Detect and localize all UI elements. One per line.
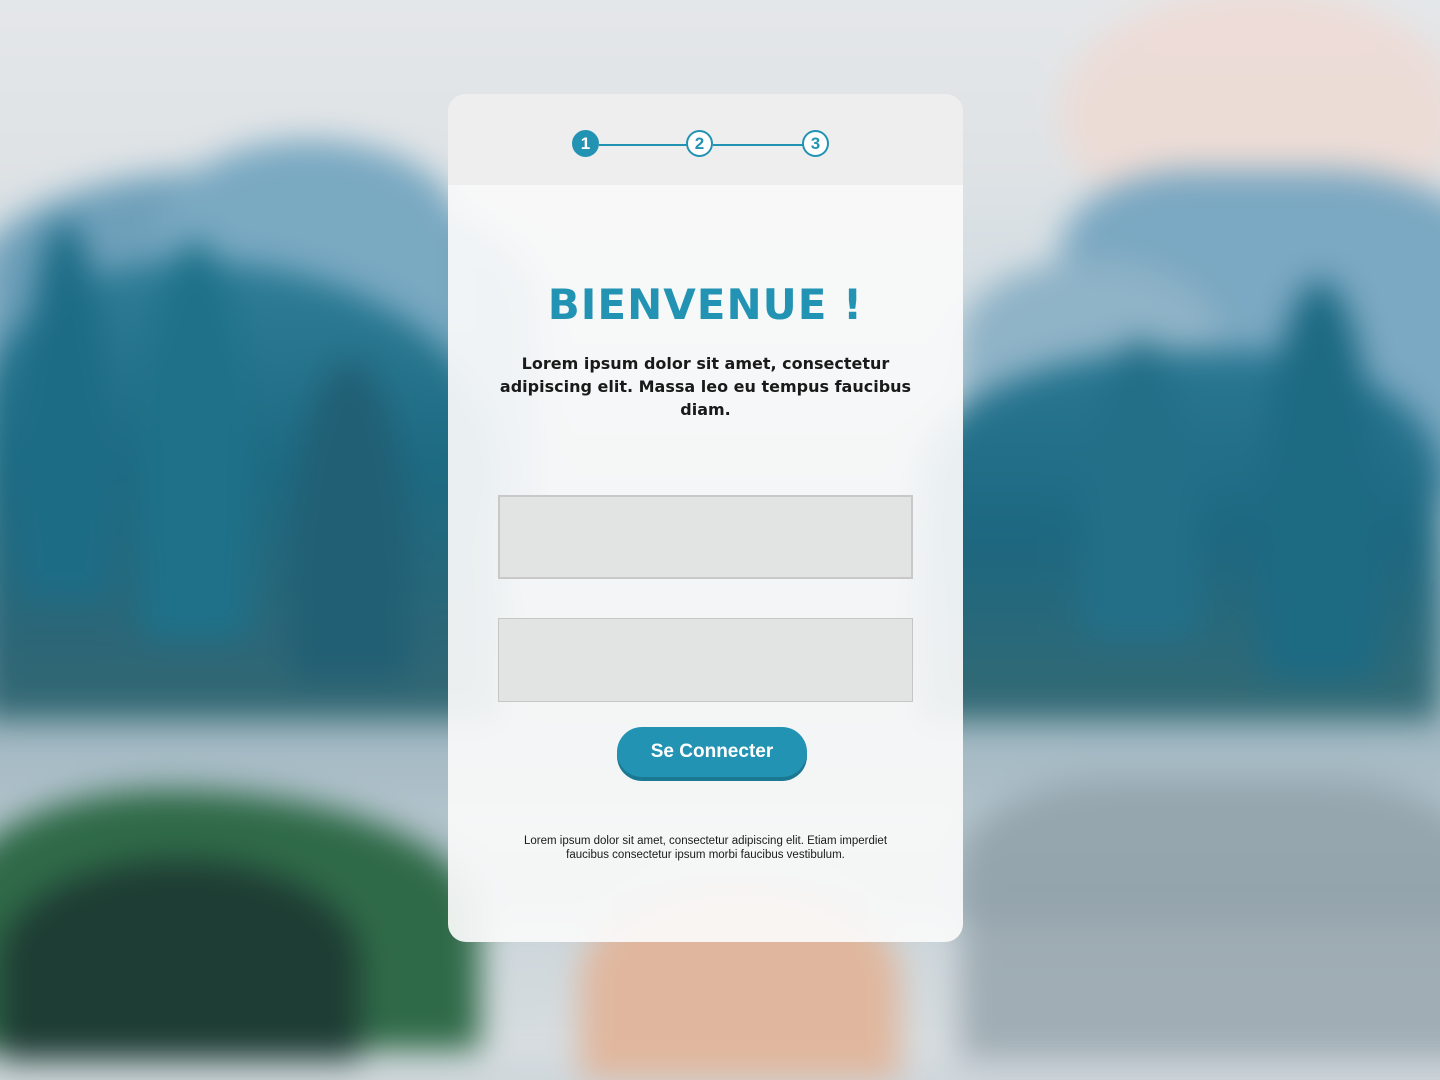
step-1-indicator[interactable]: 1 — [572, 130, 599, 157]
step-connector — [713, 144, 814, 146]
step-2-indicator[interactable]: 2 — [686, 130, 713, 157]
step-3-indicator[interactable]: 3 — [802, 130, 829, 157]
intro-text: Lorem ipsum dolor sit amet, consectetur … — [499, 354, 912, 419]
password-field[interactable] — [498, 618, 913, 702]
login-card: 1 2 3 BIENVENUE ! Lorem ipsum dolor sit … — [448, 94, 963, 942]
footer-note: Lorem ipsum dolor sit amet, consectetur … — [523, 835, 888, 861]
page-title: BIENVENUE ! — [547, 280, 864, 329]
login-button[interactable]: Se Connecter — [617, 727, 807, 777]
progress-stepper: 1 2 3 — [448, 94, 963, 185]
dark-foliage — [0, 860, 360, 1060]
username-field[interactable] — [498, 495, 913, 579]
riverbank-rocks — [960, 780, 1440, 1060]
step-connector — [599, 144, 699, 146]
